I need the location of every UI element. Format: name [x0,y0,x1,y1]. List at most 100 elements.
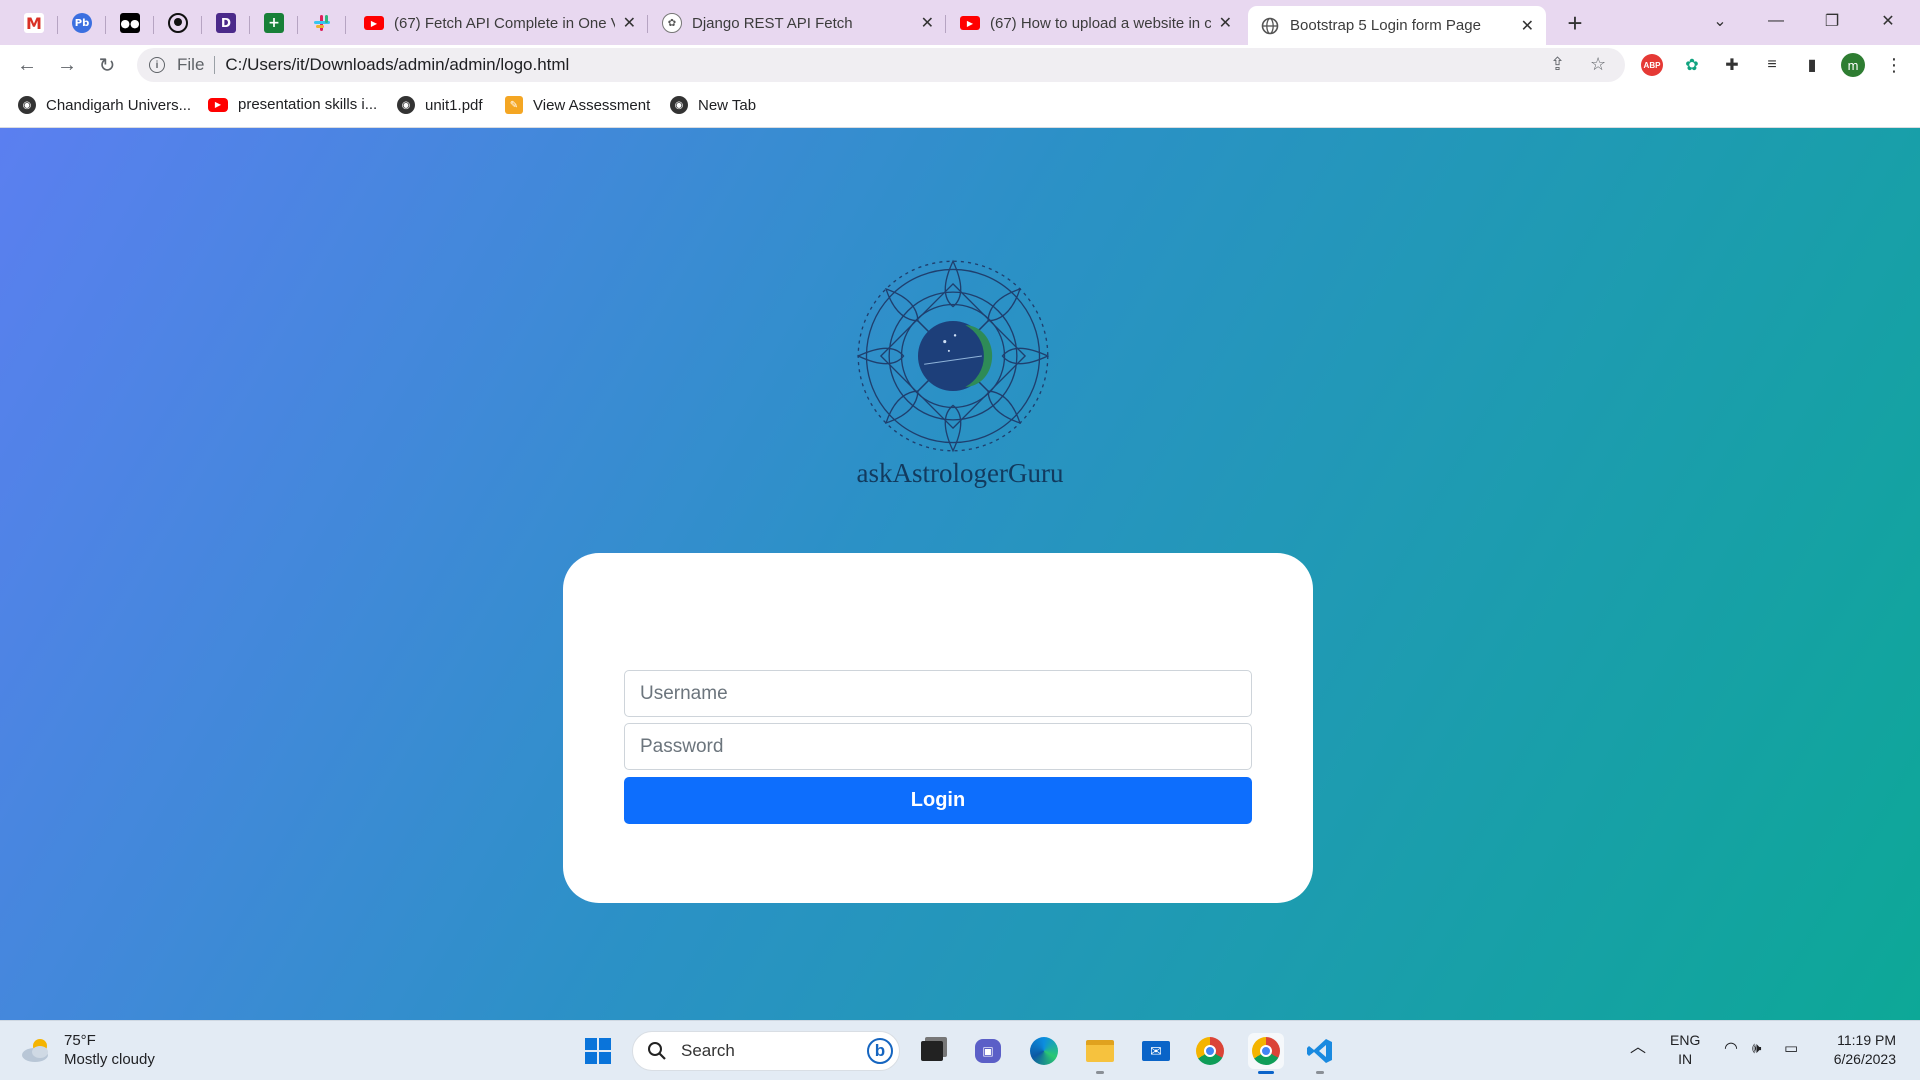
start-button[interactable] [580,1033,616,1069]
folder-icon [1086,1040,1114,1062]
youtube-icon: ▶ [960,16,980,30]
edge-button[interactable] [1026,1033,1062,1069]
bookmark-label: unit1.pdf [425,96,483,114]
language-line2: IN [1678,1051,1693,1067]
pinned-tab-sheets[interactable]: + [250,6,298,40]
chevron-down-icon: ⌄ [1713,13,1727,30]
github-icon [168,13,188,33]
bookmark-label: Chandigarh Univers... [46,96,192,114]
youtube-icon: ▶ [208,97,228,112]
file-explorer-button[interactable] [1082,1033,1118,1074]
reload-button[interactable]: ↻ [91,49,123,81]
weather-widget[interactable]: 75°F Mostly cloudy [20,1031,155,1069]
bookmark-item[interactable]: ◉ Chandigarh Univers... [18,96,191,114]
pinned-tab-medium[interactable]: ●● [106,6,154,40]
pb-icon: Pb [72,13,92,33]
taskbar: 75°F Mostly cloudy Search b ▣ ✉ ︿ ENG IN… [0,1020,1920,1080]
bing-icon: b [867,1038,893,1064]
pinned-tab-pb[interactable]: Pb [58,6,106,40]
minimize-icon: — [1768,12,1784,29]
chrome-button[interactable] [1192,1033,1228,1069]
language-line1: ENG [1670,1032,1701,1048]
avatar[interactable]: m [1841,53,1865,77]
url-text[interactable]: C:/Users/it/Downloads/admin/admin/logo.h… [225,55,569,75]
username-input[interactable] [624,670,1252,717]
mail-icon: ✉ [1142,1041,1170,1061]
login-card: Login [563,553,1313,903]
bookmark-item[interactable]: ✎ View Assessment [505,96,650,114]
pinned-tab-gmail[interactable]: M [10,6,58,40]
address-bar[interactable]: i File C:/Users/it/Downloads/admin/admin… [137,48,1625,82]
pencil-icon: ✎ [505,96,523,114]
search-label: Search [681,1041,735,1060]
login-button[interactable]: Login [624,777,1252,824]
close-icon[interactable]: ✕ [1219,13,1232,33]
tab-strip: M Pb ●● D + ▶ (67) Fetch API Complete in… [0,0,1920,45]
tab-search-button[interactable]: ⌄ [1692,4,1748,38]
pinned-tab-d[interactable]: D [202,6,250,40]
chat-icon: ▣ [975,1039,1001,1063]
mail-button[interactable]: ✉ [1138,1033,1174,1069]
close-icon[interactable]: ✕ [623,13,636,33]
forward-button[interactable]: → [51,49,83,81]
close-icon[interactable]: ✕ [921,13,934,33]
close-window-button[interactable]: ✕ [1860,4,1916,38]
tab-bootstrap-login[interactable]: Bootstrap 5 Login form Page ✕ [1248,6,1546,45]
chrome-profile-button[interactable] [1248,1033,1284,1074]
globe-icon: ◉ [18,96,36,114]
close-icon: ✕ [1881,13,1895,30]
taskbar-search[interactable]: Search b [632,1031,900,1071]
url-scheme: File [177,55,205,74]
password-input[interactable] [624,723,1252,770]
restore-button[interactable]: ❐ [1804,4,1860,38]
chrome-profile-icon [1252,1037,1280,1065]
tab-django-rest[interactable]: ✿ Django REST API Fetch ✕ [650,6,946,40]
sidepanel-icon[interactable]: ▮ [1801,54,1823,76]
tab-fetch-api[interactable]: ▶ (67) Fetch API Complete in One Video ✕ [352,6,648,40]
tab-upload-website[interactable]: ▶ (67) How to upload a website in cpanel… [948,6,1244,40]
gmail-icon: M [24,13,44,33]
reload-icon: ↻ [98,54,116,77]
vscode-button[interactable] [1302,1033,1338,1074]
language-indicator[interactable]: ENG IN [1670,1031,1700,1069]
puzzle-icon[interactable]: ✚ [1721,54,1743,76]
info-icon[interactable]: i [149,57,165,73]
new-tab-button[interactable]: + [1560,8,1590,38]
volume-icon[interactable]: 🕪 [1752,1039,1761,1058]
clock[interactable]: 11:19 PM 6/26/2023 [1822,1031,1896,1069]
vscode-icon [1307,1039,1332,1063]
clock-date: 6/26/2023 [1833,1051,1896,1067]
bookmark-item[interactable]: ◉ New Tab [670,96,756,114]
back-button[interactable]: ← [11,49,43,81]
pinned-tab-github[interactable] [154,6,202,40]
mandala-logo-icon [856,259,1050,453]
weather-temp: 75°F [64,1032,96,1049]
bookmark-item[interactable]: ▶ presentation skills i... [208,96,377,113]
bookmark-label: presentation skills i... [238,96,378,113]
pinned-tab-slack[interactable] [298,6,346,40]
share-icon[interactable]: ⇪ [1550,54,1565,75]
media-icon[interactable]: ≡ [1761,54,1783,76]
chevron-up-icon[interactable]: ︿ [1630,1038,1646,1057]
restore-icon: ❐ [1824,13,1840,30]
browser-toolbar: ← → ↻ i File C:/Users/it/Downloads/admin… [0,45,1920,85]
sheets-icon: + [264,13,284,33]
youtube-icon: ▶ [364,16,384,30]
arrow-right-icon: → [57,53,77,76]
battery-icon[interactable]: ▭ [1784,1039,1798,1058]
bookmark-item[interactable]: ◉ unit1.pdf [397,96,483,114]
globe-icon: ◉ [397,96,415,114]
d-icon: D [216,13,236,33]
teams-chat-button[interactable]: ▣ [970,1033,1006,1069]
chatgpt-extension-icon[interactable]: ✿ [1681,54,1703,76]
bookmark-star-icon[interactable]: ☆ [1590,54,1606,75]
task-view-button[interactable] [914,1033,950,1069]
medium-icon: ●● [120,13,140,33]
bookmarks-bar: ◉ Chandigarh Univers... ▶ presentation s… [0,85,1920,128]
menu-icon[interactable]: ⋮ [1883,54,1905,76]
adblock-icon[interactable]: ABP [1641,54,1663,76]
minimize-button[interactable]: — [1748,4,1804,38]
wifi-icon[interactable]: ◠ [1724,1039,1738,1058]
windows-icon [585,1038,611,1064]
close-icon[interactable]: ✕ [1521,16,1534,36]
